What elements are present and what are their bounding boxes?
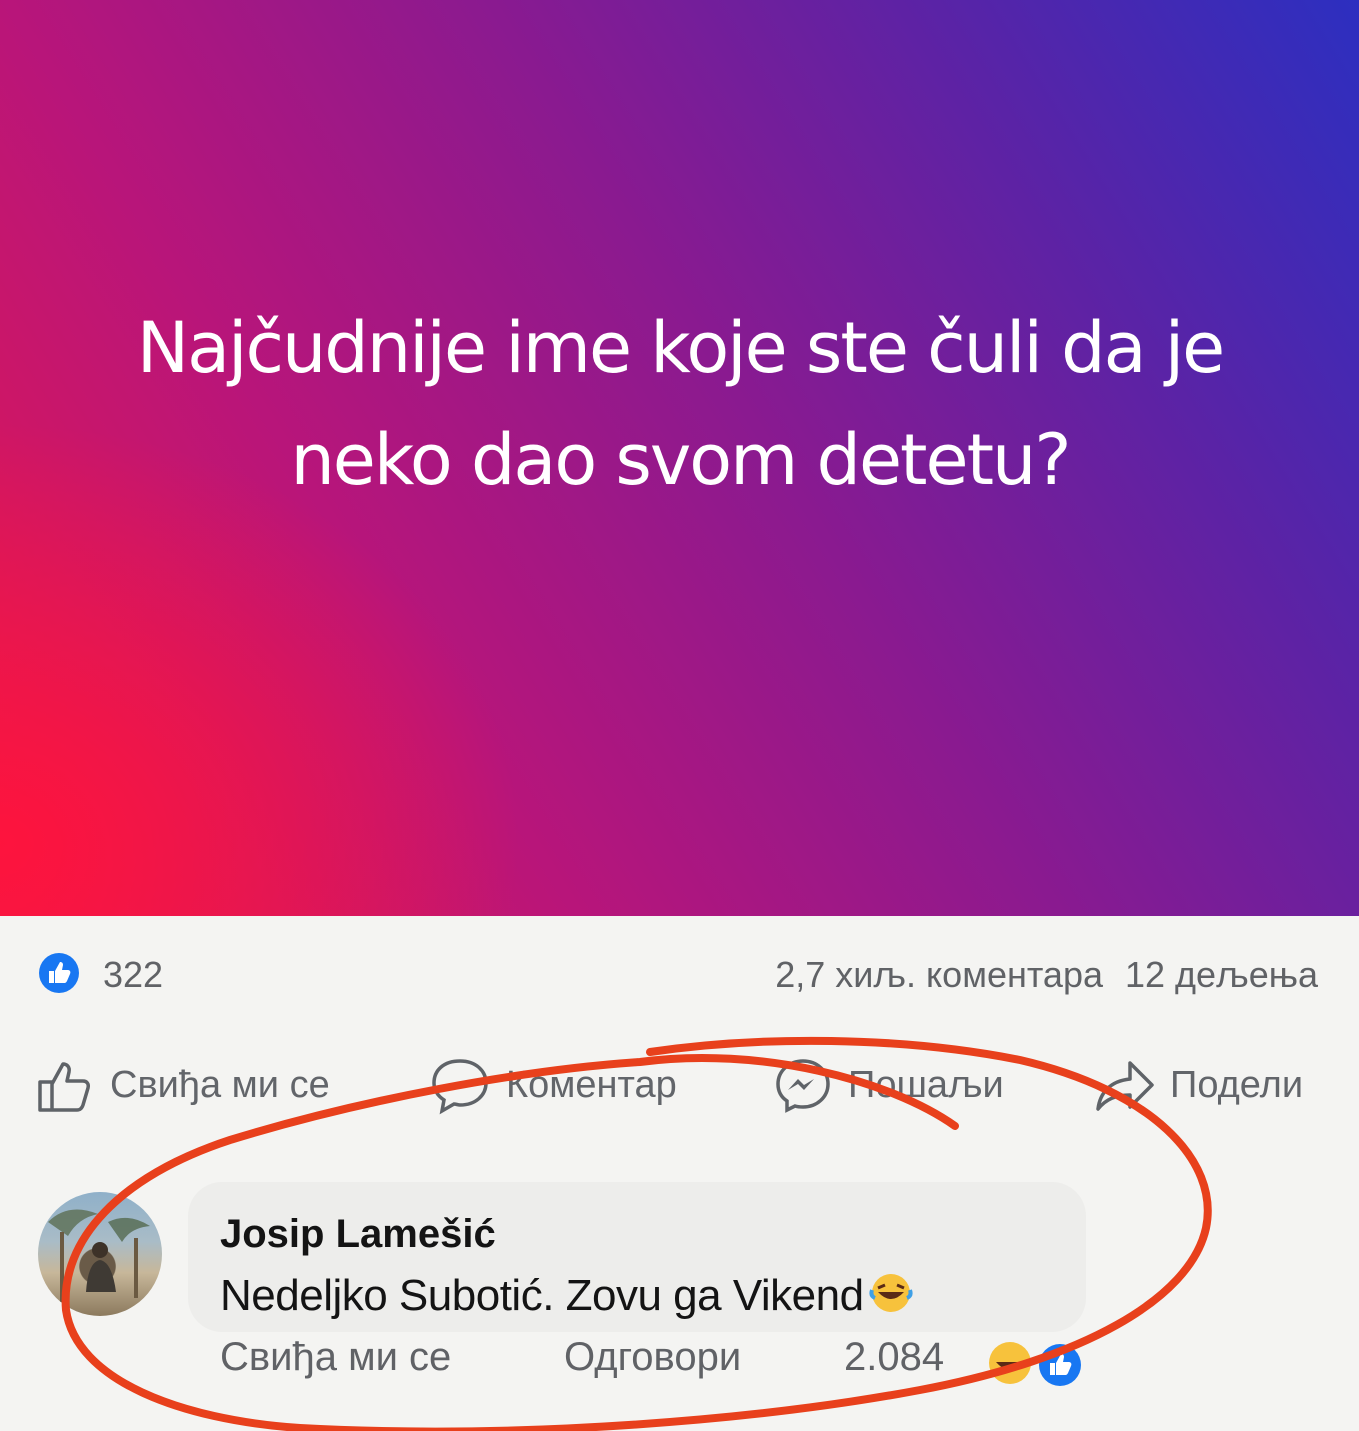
share-arrow-icon (1096, 1061, 1154, 1111)
like-reaction-icon[interactable] (36, 950, 88, 996)
messenger-icon (776, 1059, 830, 1113)
like-reaction-icon-small (1034, 1339, 1086, 1401)
share-button-label: Подели (1170, 1063, 1304, 1106)
like-button-label: Свиђа ми се (110, 1063, 330, 1106)
like-count[interactable]: 322 (103, 954, 163, 996)
comment-button[interactable]: Коментар (428, 1050, 677, 1120)
send-button[interactable]: Пошаљи (772, 1050, 1004, 1120)
comment-count[interactable]: 2,7 хиљ. коментара (775, 954, 1103, 995)
comment-reaction-count[interactable]: 2.084 (844, 1335, 944, 1380)
comment-text: Nedeljko Subotić. Zovu ga Vikend (220, 1271, 864, 1321)
avatar[interactable] (38, 1192, 162, 1316)
comment-bubble-icon (432, 1059, 488, 1115)
like-button[interactable]: Свиђа ми се (36, 1050, 330, 1120)
share-button[interactable]: Подели (1094, 1050, 1303, 1120)
comment-action-row: Свиђа ми се Одговори 2.084 (0, 1335, 1359, 1395)
post-image[interactable]: Najčudnije ime koje ste čuli da je neko … (0, 0, 1359, 916)
send-button-label: Пошаљи (848, 1063, 1004, 1106)
comment-like-button[interactable]: Свиђа ми се (220, 1335, 451, 1380)
laughing-reaction-icon (984, 1337, 1036, 1399)
comment-reply-button[interactable]: Одговори (564, 1335, 741, 1380)
post-action-bar: Свиђа ми се Коментар Пошаљи Подели (0, 1050, 1359, 1120)
comment-author[interactable]: Josip Lamešić (220, 1212, 496, 1257)
post-stats-bar: 322 2,7 хиљ. коментара 12 дељења (0, 948, 1359, 996)
post-question-text: Najčudnije ime koje ste čuli da je neko … (136, 307, 1226, 501)
thumbs-up-icon (38, 1062, 90, 1112)
comment-text-row: Nedeljko Subotić. Zovu ga Vikend (220, 1270, 914, 1327)
comment-button-label: Коментар (506, 1063, 677, 1106)
laughing-emoji-icon (868, 1270, 914, 1327)
share-count[interactable]: 12 дељења (1125, 954, 1318, 995)
